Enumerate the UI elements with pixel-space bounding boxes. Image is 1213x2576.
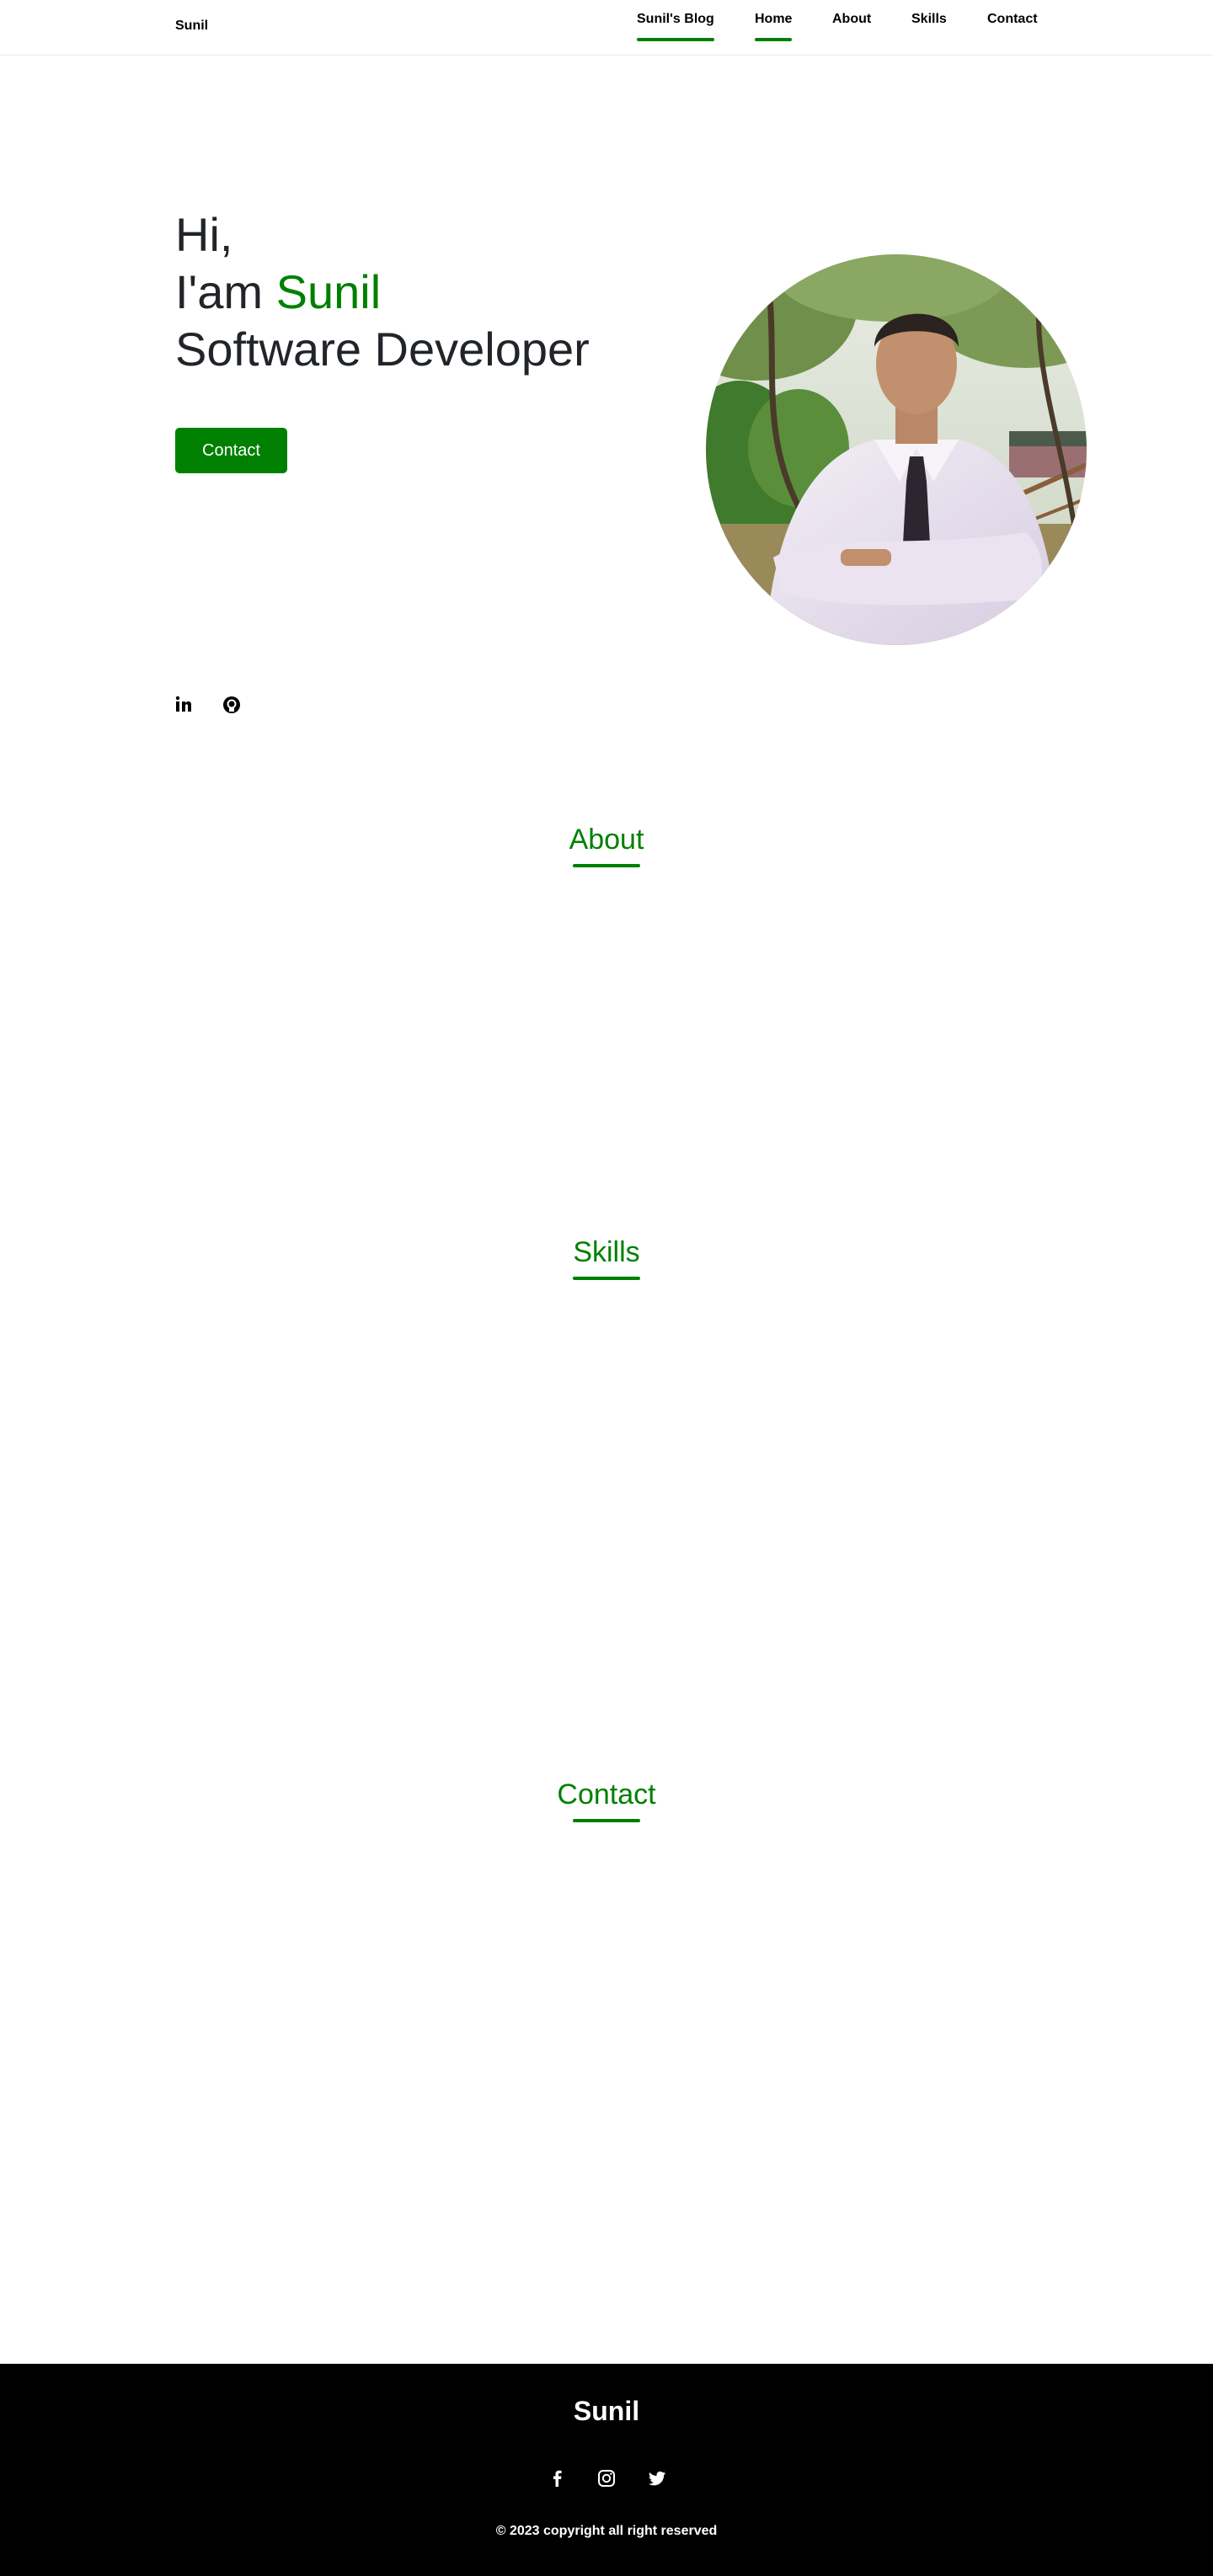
hero-name: Sunil [275, 265, 382, 318]
facebook-icon[interactable] [548, 2468, 568, 2488]
skills-heading: Skills [573, 1236, 640, 1268]
profile-photo-illustration [706, 254, 1087, 645]
contact-underline [573, 1819, 640, 1822]
hero-contact-button[interactable]: Contact [175, 428, 287, 473]
profile-photo [706, 254, 1087, 645]
hero-intro-prefix: I'am [175, 265, 276, 318]
nav-link-blog[interactable]: Sunil's Blog [637, 12, 714, 42]
site-footer: Sunil © 2023 copyright all right reserve… [0, 2364, 1213, 2576]
hero-intro: I'am Sunil [175, 264, 590, 321]
twitter-icon[interactable] [647, 2468, 667, 2488]
footer-name: Sunil [573, 2396, 640, 2426]
site-header: Sunil Sunil's Blog Home About Skills Con… [0, 0, 1213, 56]
nav-link-contact[interactable]: Contact [987, 12, 1038, 42]
hero-role: Software Developer [175, 323, 590, 376]
skills-underline [573, 1277, 640, 1280]
instagram-icon[interactable] [596, 2468, 617, 2488]
main-nav: Sunil's Blog Home About Skills Contact [0, 12, 1213, 45]
nav-link-skills[interactable]: Skills [911, 12, 947, 42]
hero-greeting: Hi, [175, 208, 233, 261]
hero-heading: Hi, I'am Sunil Software Developer [175, 206, 590, 378]
copyright-text: © 2023 copyright all right reserved [495, 2524, 718, 2538]
github-icon[interactable] [222, 696, 243, 716]
nav-link-home[interactable]: Home [755, 12, 793, 42]
nav-link-about[interactable]: About [832, 12, 871, 42]
linkedin-icon[interactable] [175, 696, 195, 716]
about-heading: About [569, 824, 644, 856]
contact-heading: Contact [557, 1779, 656, 1811]
about-underline [573, 864, 640, 867]
